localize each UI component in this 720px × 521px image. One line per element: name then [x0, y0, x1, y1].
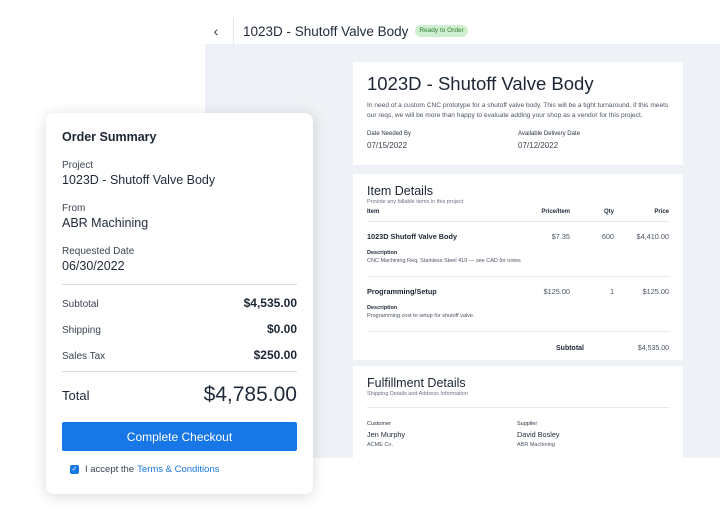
summary-divider: [62, 371, 297, 372]
terms-link[interactable]: Terms & Conditions: [137, 464, 219, 475]
chevron-left-icon: ‹: [213, 23, 219, 39]
summary-from-value: ABR Machining: [62, 216, 149, 230]
summary-from: From ABR Machining: [62, 203, 297, 230]
order-summary-title: Order Summary: [62, 130, 157, 144]
customer-block: Customer Jen Murphy ACME Co.: [367, 421, 517, 448]
items-subtotal-label: Subtotal: [556, 345, 584, 352]
customer-label: Customer: [367, 421, 391, 427]
item-desc: CNC Machining Req, Stainless Steel 410 —…: [367, 258, 521, 264]
back-button[interactable]: ‹: [205, 18, 227, 44]
summary-shipping-value: $0.00: [266, 322, 297, 336]
summary-tax-label: Sales Tax: [62, 351, 106, 362]
summary-total-label: Total: [62, 387, 90, 403]
supplier-name: David Bosley: [517, 430, 560, 439]
item-total: $125.00: [642, 287, 669, 296]
summary-subtotal-value: $4,535.00: [243, 296, 297, 310]
table-row[interactable]: Programming/Setup $125.00 1 $125.00 Desc…: [367, 276, 669, 331]
page-title: 1023D - Shutoff Valve Body: [243, 23, 409, 39]
col-price-item: Price/Item: [541, 209, 570, 215]
project-heading: 1023D - Shutoff Valve Body: [367, 73, 594, 94]
summary-total-value: $4,785.00: [203, 383, 297, 406]
date-needed-label: Date Needed By: [367, 131, 412, 137]
summary-shipping-label: Shipping: [62, 325, 101, 336]
summary-date-label: Requested Date: [62, 246, 135, 257]
item-price: $125.00: [543, 287, 570, 296]
terms-checkbox[interactable]: ✓: [70, 465, 79, 474]
col-price: Price: [654, 209, 669, 215]
top-header: ‹ 1023D - Shutoff Valve Body Ready to Or…: [205, 18, 720, 44]
dates-row: Date Needed By 07/15/2022 Available Deli…: [367, 131, 669, 150]
summary-subtotal-row: Subtotal $4,535.00: [62, 296, 297, 310]
item-details-card: Item Details Provide any billable items …: [353, 174, 683, 360]
summary-shipping-row: Shipping $0.00: [62, 322, 297, 336]
item-name: 1023D Shutoff Valve Body: [367, 232, 458, 241]
summary-total-row: Total $4,785.00: [62, 383, 297, 407]
terms-accept-text: I accept the: [85, 464, 135, 475]
project-description: In need of a custom CNC prototype for a …: [367, 102, 669, 119]
complete-checkout-button[interactable]: Complete Checkout: [62, 422, 297, 451]
supplier-label: Supplier: [517, 421, 538, 427]
delivery-date-value: 07/12/2022: [518, 141, 559, 150]
parties-row: Customer Jen Murphy ACME Co. Supplier Da…: [367, 421, 669, 448]
project-card: 1023D - Shutoff Valve Body In need of a …: [353, 62, 683, 165]
table-row[interactable]: 1023D Shutoff Valve Body $7.35 600 $4,41…: [367, 222, 669, 276]
summary-tax-value: $250.00: [253, 348, 297, 362]
item-details-title: Item Details: [367, 184, 433, 198]
summary-project-label: Project: [62, 160, 94, 171]
summary-subtotal-label: Subtotal: [62, 299, 99, 310]
item-total: $4,410.00: [636, 232, 669, 241]
item-desc: Programming cost to setup for shutoff va…: [367, 313, 475, 319]
items-subtotal-value: $4,535.00: [637, 345, 669, 352]
item-name: Programming/Setup: [367, 287, 437, 296]
summary-tax-row: Sales Tax $250.00: [62, 348, 297, 362]
check-icon: ✓: [71, 466, 78, 473]
item-details-subtitle: Provide any billable items in this proje…: [367, 199, 464, 205]
status-badge: Ready to Order: [415, 25, 468, 37]
date-needed: Date Needed By 07/15/2022: [367, 131, 518, 150]
col-qty: Qty: [603, 209, 614, 215]
item-desc-label: Description: [367, 305, 398, 311]
order-summary-card: Order Summary Project 1023D - Shutoff Va…: [46, 113, 313, 494]
fulfillment-subtitle: Shipping Details and Address Information: [367, 391, 468, 397]
fulfillment-divider: [367, 407, 669, 408]
fulfillment-title: Fulfillment Details: [367, 376, 466, 390]
col-item: Item: [367, 209, 380, 215]
fulfillment-card: Fulfillment Details Shipping Details and…: [353, 366, 683, 458]
items-subtotal-row: Subtotal $4,535.00: [367, 331, 669, 352]
delivery-date: Available Delivery Date 07/12/2022: [518, 131, 669, 150]
summary-date-value: 06/30/2022: [62, 259, 125, 273]
supplier-block: Supplier David Bosley ABR Machining: [517, 421, 667, 448]
summary-from-label: From: [62, 203, 86, 214]
date-needed-value: 07/15/2022: [367, 141, 408, 150]
summary-project-value: 1023D - Shutoff Valve Body: [62, 173, 216, 187]
item-qty: 600: [601, 232, 614, 241]
item-qty: 1: [609, 287, 614, 296]
summary-project: Project 1023D - Shutoff Valve Body: [62, 160, 297, 187]
items-table-header: Item Price/Item Qty Price: [367, 209, 669, 222]
header-divider: [233, 18, 234, 44]
customer-name: Jen Murphy: [367, 430, 406, 439]
terms-row: ✓ I accept the Terms & Conditions: [62, 464, 297, 475]
summary-divider: [62, 284, 297, 285]
supplier-org: ABR Machining: [517, 442, 555, 448]
summary-requested-date: Requested Date 06/30/2022: [62, 246, 297, 273]
customer-org: ACME Co.: [367, 442, 393, 448]
item-price: $7.35: [551, 232, 570, 241]
item-desc-label: Description: [367, 250, 398, 256]
delivery-date-label: Available Delivery Date: [518, 131, 580, 137]
